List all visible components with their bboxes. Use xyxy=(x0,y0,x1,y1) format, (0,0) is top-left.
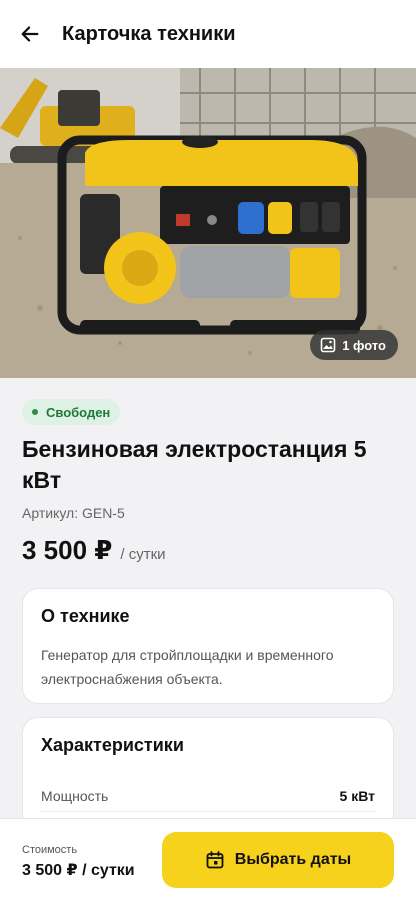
about-title: О технике xyxy=(41,606,130,626)
select-dates-button[interactable]: Выбрать даты xyxy=(162,832,394,888)
spec-value: 5 кВт xyxy=(339,787,375,804)
product-sku: Артикул: GEN-5 xyxy=(22,505,125,521)
product-title: Бензиновая электростанция 5 кВт xyxy=(22,436,367,493)
about-card: О технике Генератор для стройплощадки и … xyxy=(22,588,394,704)
bottom-action-bar: Стоимость 3 500 ₽ / сутки Выбрать даты xyxy=(0,818,416,900)
top-app-bar: Карточка техники xyxy=(0,0,416,68)
about-text: Генератор для стройплощадки и временного… xyxy=(41,647,334,687)
image-icon xyxy=(320,337,336,353)
price-unit: / сутки xyxy=(120,546,166,563)
spec-row: Мощность 5 кВт xyxy=(41,780,375,812)
calendar-icon xyxy=(206,851,224,869)
price-value: 3 500 ₽ xyxy=(22,535,113,565)
select-dates-label: Выбрать даты xyxy=(234,851,352,868)
page-title: Карточка техники xyxy=(62,22,236,45)
specs-title: Характеристики xyxy=(41,735,184,755)
photo-count-badge[interactable]: 1 фото xyxy=(310,330,398,360)
arrow-left-icon xyxy=(21,26,39,42)
status-badge: Свободен xyxy=(22,399,121,425)
back-button[interactable] xyxy=(18,22,42,46)
cost-label: Стоимость xyxy=(22,844,78,856)
status-label: Свободен xyxy=(46,404,111,420)
status-dot-icon xyxy=(32,409,38,415)
price-row: 3 500 ₽ / сутки xyxy=(22,535,166,566)
equipment-photo[interactable]: 1 фото xyxy=(0,68,416,378)
photo-count-label: 1 фото xyxy=(342,337,386,353)
cost-value: 3 500 ₽ / сутки xyxy=(22,862,135,879)
spec-label: Мощность xyxy=(41,787,109,804)
